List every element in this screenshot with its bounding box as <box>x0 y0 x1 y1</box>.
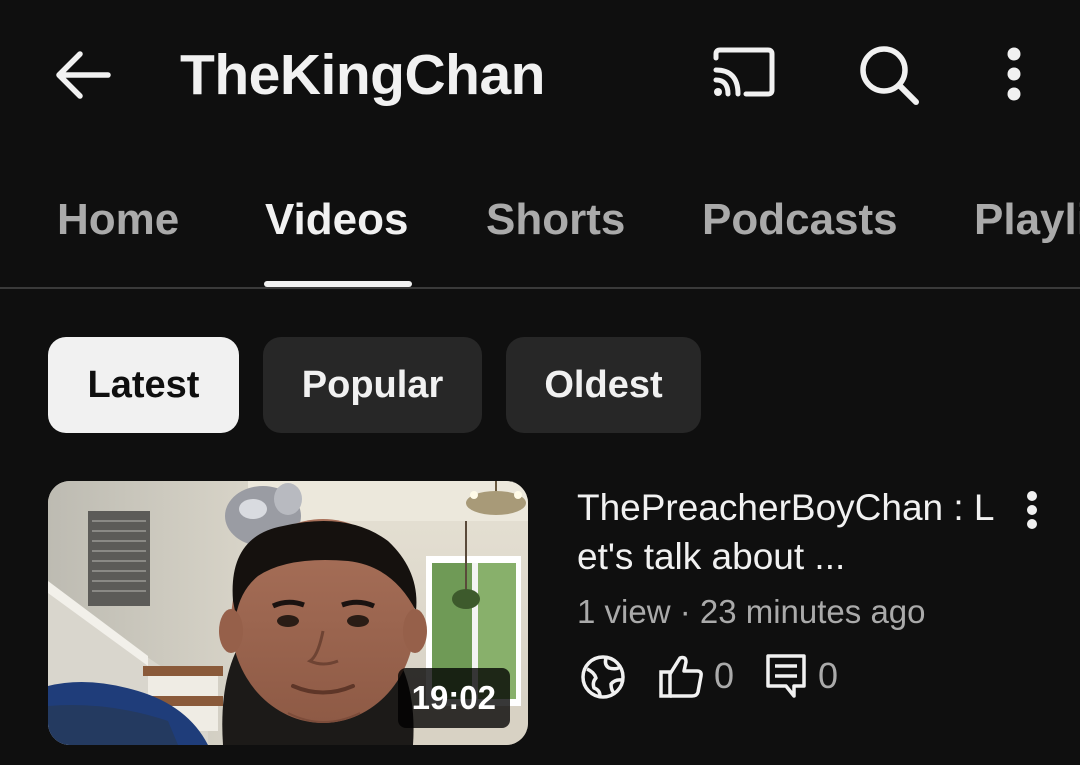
globe-icon <box>578 652 628 702</box>
tab-shorts[interactable]: Shorts <box>486 192 625 248</box>
channel-title: TheKingChan <box>180 43 545 107</box>
tab-playlists[interactable]: Playlists <box>974 192 1080 248</box>
video-metadata: 1 view · 23 minutes ago <box>577 593 926 630</box>
tab-home[interactable]: Home <box>57 192 179 248</box>
video-thumbnail[interactable]: 19:02 <box>48 481 528 745</box>
active-tab-indicator <box>264 281 412 287</box>
search-icon[interactable] <box>856 42 922 108</box>
video-more-vert-icon[interactable] <box>1014 488 1050 532</box>
chip-latest[interactable]: Latest <box>48 337 239 433</box>
comment-icon[interactable] <box>764 652 810 702</box>
back-arrow-icon[interactable] <box>52 46 114 104</box>
channel-tabs: Home Videos Shorts Podcasts Playlists <box>0 150 1080 289</box>
chip-oldest[interactable]: Oldest <box>506 337 701 433</box>
chip-popular[interactable]: Popular <box>263 337 482 433</box>
tab-podcasts[interactable]: Podcasts <box>702 192 898 248</box>
video-duration: 19:02 <box>397 668 510 728</box>
like-icon[interactable] <box>658 652 704 700</box>
comment-count: 0 <box>818 655 839 696</box>
cast-icon[interactable] <box>708 44 780 104</box>
like-count: 0 <box>714 655 735 696</box>
video-title[interactable]: ThePreacherBoyChan : Let's talk about ..… <box>577 483 997 581</box>
tab-videos[interactable]: Videos <box>265 192 408 248</box>
more-vert-icon[interactable] <box>996 44 1032 104</box>
top-app-bar: TheKingChan <box>0 0 1080 150</box>
